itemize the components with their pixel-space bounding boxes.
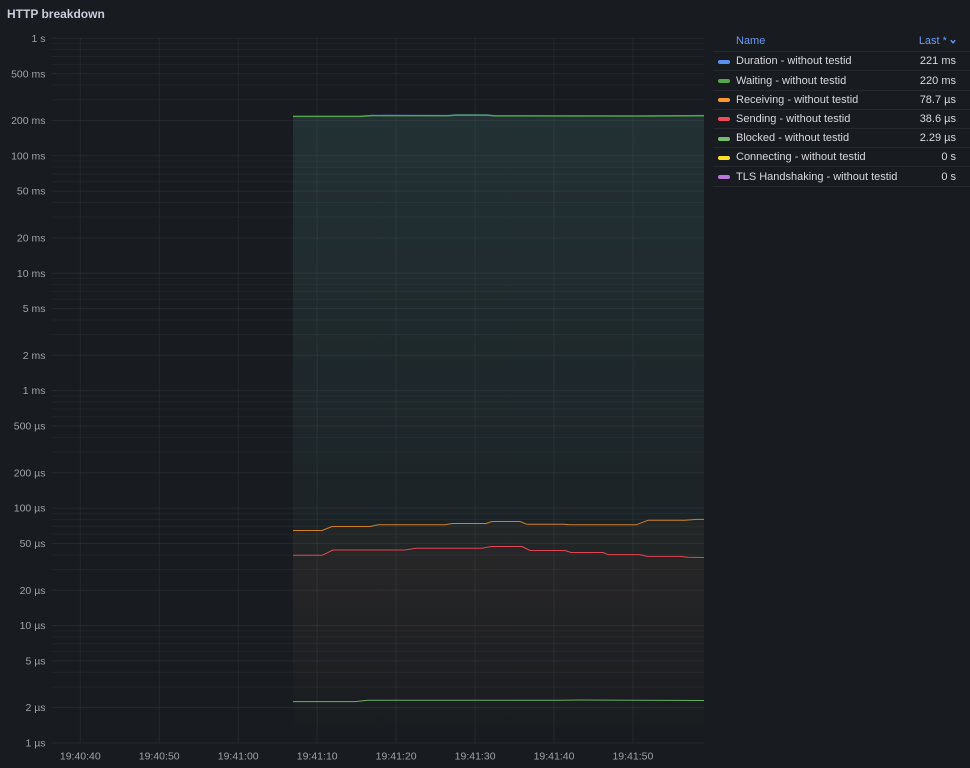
svg-text:19:40:50: 19:40:50: [139, 751, 180, 763]
svg-text:1 ms: 1 ms: [23, 385, 46, 397]
svg-text:200 µs: 200 µs: [14, 467, 46, 479]
svg-text:5 ms: 5 ms: [23, 303, 46, 315]
svg-text:10 µs: 10 µs: [20, 620, 46, 632]
svg-text:200 ms: 200 ms: [11, 115, 45, 127]
svg-text:19:41:00: 19:41:00: [218, 751, 259, 763]
svg-text:50 µs: 50 µs: [20, 538, 46, 550]
svg-text:1 s: 1 s: [31, 33, 45, 45]
svg-text:1 µs: 1 µs: [25, 738, 45, 750]
svg-text:19:41:20: 19:41:20: [376, 751, 417, 763]
svg-text:10 ms: 10 ms: [17, 268, 46, 280]
svg-text:50 ms: 50 ms: [17, 186, 46, 198]
svg-text:2 µs: 2 µs: [25, 702, 45, 714]
svg-text:20 µs: 20 µs: [20, 585, 46, 597]
svg-text:500 µs: 500 µs: [14, 421, 46, 433]
svg-text:19:41:30: 19:41:30: [455, 751, 496, 763]
svg-text:500 ms: 500 ms: [11, 68, 45, 80]
svg-text:19:41:40: 19:41:40: [534, 751, 575, 763]
svg-text:100 µs: 100 µs: [14, 503, 46, 515]
svg-text:19:41:50: 19:41:50: [612, 751, 653, 763]
svg-text:2 ms: 2 ms: [23, 350, 46, 362]
svg-text:19:41:10: 19:41:10: [297, 751, 338, 763]
svg-text:100 ms: 100 ms: [11, 150, 45, 162]
svg-text:19:40:40: 19:40:40: [60, 751, 101, 763]
svg-text:20 ms: 20 ms: [17, 232, 46, 244]
svg-text:5 µs: 5 µs: [25, 656, 45, 668]
